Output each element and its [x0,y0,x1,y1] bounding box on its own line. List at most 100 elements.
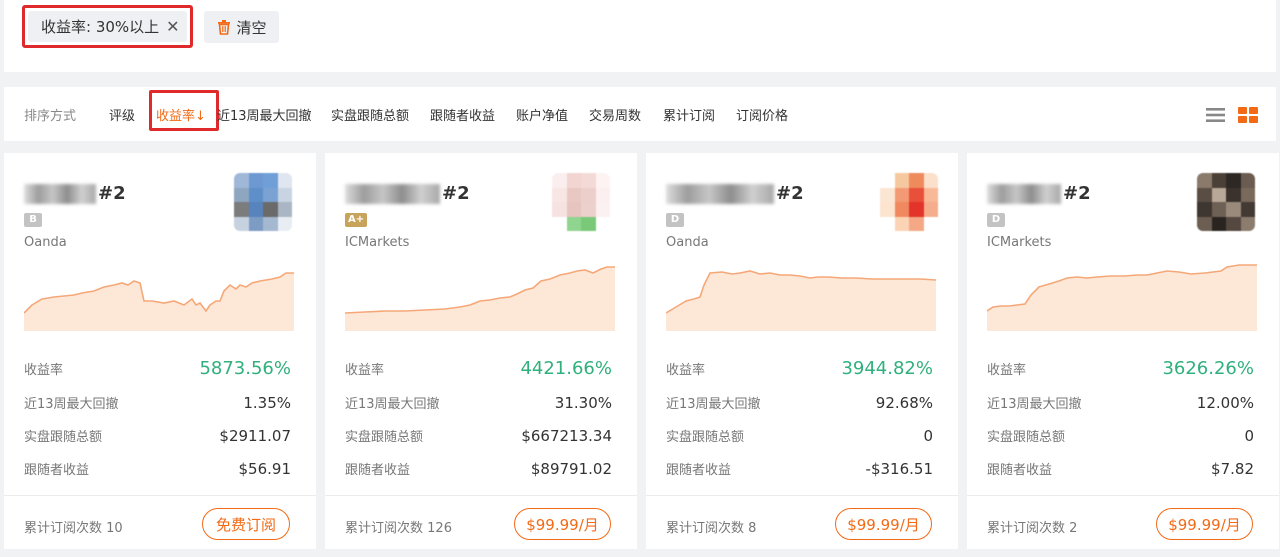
strategy-card[interactable]: #2 A+ ICMarkets 收益率 4421.66% 近13周最大回撤 31… [325,153,637,549]
performance-chart [987,264,1257,331]
stat-label: 收益率 [987,363,1027,378]
active-filter-chip[interactable]: 收益率: 30%以上 ✕ [22,5,193,48]
performance-chart [345,266,615,331]
strategy-name: #2 [24,183,126,204]
stat-label: 跟随者收益 [345,463,411,478]
trash-icon [218,20,231,35]
return-value: 5873.56% [199,358,291,379]
follower-profit-value: $7.82 [1211,459,1254,478]
grid-view-icon[interactable] [1238,107,1258,123]
subscription-count: 累计订阅次数 126 [345,521,452,536]
broker-name: Oanda [24,235,67,250]
return-value: 3944.82% [841,358,933,379]
strategy-rank: #2 [98,183,126,204]
drawdown-value: 1.35% [243,393,291,412]
broker-name: ICMarkets [345,235,410,250]
stat-label: 实盘跟随总额 [987,430,1066,445]
subscribe-button[interactable]: 免费订阅 [202,508,290,540]
stat-drawdown: 近13周最大回撤 12.00% [987,393,1254,413]
rating-badge: A+ [345,213,368,227]
subscribe-button[interactable]: $99.99/月 [514,508,611,540]
stat-label: 跟随者收益 [987,463,1053,478]
filter-bar: 收益率: 30%以上 ✕ 清空 [4,0,1276,72]
stat-return: 收益率 5873.56% [24,358,291,379]
subscription-count: 累计订阅次数 8 [666,521,757,536]
stat-label: 收益率 [666,363,706,378]
blurred-name [666,183,774,204]
blurred-name [24,183,96,204]
stat-follower-profit: 跟随者收益 -$316.51 [666,459,933,479]
sort-rating[interactable]: 评级 [109,105,135,124]
stat-drawdown: 近13周最大回撤 92.68% [666,393,933,413]
divider [967,495,1279,496]
avatar [234,173,292,231]
broker-name: ICMarkets [987,235,1052,250]
stat-label: 收益率 [24,363,64,378]
follow-total-value: $2911.07 [219,426,291,445]
rating-badge: D [666,213,684,227]
list-view-icon[interactable] [1206,107,1226,123]
sort-follower-profit[interactable]: 跟随者收益 [430,105,495,124]
stat-label: 近13周最大回撤 [987,397,1082,412]
follow-total-value: 0 [1244,426,1254,445]
divider [646,495,958,496]
follower-profit-value: $89791.02 [530,459,612,478]
follow-total-value: 0 [923,426,933,445]
sort-follow-total[interactable]: 实盘跟随总额 [331,105,409,124]
sort-weeks[interactable]: 交易周数 [589,105,641,124]
return-value: 4421.66% [520,358,612,379]
clear-label: 清空 [236,18,267,37]
stat-label: 实盘跟随总额 [345,430,424,445]
sort-price[interactable]: 订阅价格 [736,105,788,124]
clear-filters-button[interactable]: 清空 [204,11,279,43]
stat-follow-total: 实盘跟随总额 $667213.34 [345,426,612,446]
stat-follow-total: 实盘跟随总额 $2911.07 [24,426,291,446]
subscription-count: 累计订阅次数 2 [987,521,1078,536]
sort-equity[interactable]: 账户净值 [516,105,568,124]
avatar [880,173,938,231]
strategy-card[interactable]: #2 D ICMarkets 收益率 3626.26% 近13周最大回撤 12.… [967,153,1279,549]
drawdown-value: 31.30% [554,393,612,412]
stat-follower-profit: 跟随者收益 $7.82 [987,459,1254,479]
rating-badge: D [987,213,1005,227]
sort-subscriptions[interactable]: 累计订阅 [663,105,715,124]
filter-chip-label: 收益率: 30%以上 [41,18,160,36]
follow-total-value: $667213.34 [521,426,612,445]
avatar [552,173,610,231]
sort-bar: 排序方式 评级 收益率↓ 近13周最大回撤 实盘跟随总额 跟随者收益 账户净值 … [4,87,1276,141]
subscribe-button[interactable]: $99.99/月 [1156,508,1253,540]
stat-label: 跟随者收益 [24,463,90,478]
stat-return: 收益率 3626.26% [987,358,1254,379]
strategy-rank: #2 [1063,183,1091,204]
strategy-card[interactable]: #2 D Oanda 收益率 3944.82% 近13周最大回撤 92.68% … [646,153,958,549]
sort-drawdown[interactable]: 近13周最大回撤 [217,105,312,124]
sort-label: 排序方式 [24,109,77,124]
divider [4,495,316,496]
strategy-rank: #2 [442,183,470,204]
drawdown-value: 92.68% [875,393,933,412]
stat-return: 收益率 4421.66% [345,358,612,379]
stat-return: 收益率 3944.82% [666,358,933,379]
strategy-name: #2 [987,183,1091,204]
stat-drawdown: 近13周最大回撤 1.35% [24,393,291,413]
stat-label: 收益率 [345,363,385,378]
stat-label: 近13周最大回撤 [666,397,761,412]
stat-label: 实盘跟随总额 [666,430,745,445]
rating-badge: B [24,213,42,227]
close-icon[interactable]: ✕ [166,17,179,36]
strategy-name: #2 [666,183,804,204]
subscribe-button[interactable]: $99.99/月 [835,508,932,540]
blurred-name [345,183,440,204]
strategy-rank: #2 [776,183,804,204]
return-value: 3626.26% [1162,358,1254,379]
stat-label: 跟随者收益 [666,463,732,478]
drawdown-value: 12.00% [1196,393,1254,412]
strategy-card[interactable]: #2 B Oanda 收益率 5873.56% 近13周最大回撤 1.35% 实… [4,153,316,549]
performance-chart [666,270,936,331]
strategy-name: #2 [345,183,470,204]
performance-chart [24,272,294,331]
subscription-count: 累计订阅次数 10 [24,521,123,536]
stat-drawdown: 近13周最大回撤 31.30% [345,393,612,413]
follower-profit-value: -$316.51 [865,459,933,478]
blurred-name [987,183,1061,204]
